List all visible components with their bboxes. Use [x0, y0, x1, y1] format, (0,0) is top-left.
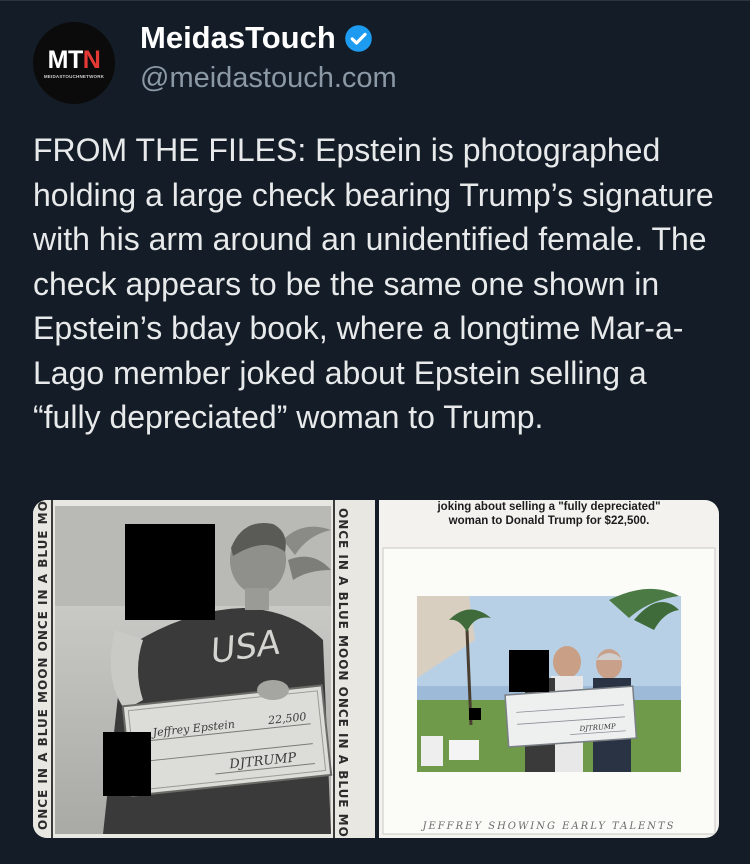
redaction-box	[103, 732, 151, 796]
redaction-box	[125, 524, 215, 620]
photo-right-graphic: DJTRUMP	[382, 547, 716, 835]
verified-badge-icon	[344, 24, 372, 52]
media-grid[interactable]: ONCE IN A BLUE MOON ONCE IN A BLUE MOON …	[33, 500, 719, 838]
top-divider	[0, 0, 750, 1]
photo-bday-book-page[interactable]: joking about selling a "fully depreciate…	[379, 500, 719, 838]
author-name-row: MeidasTouch	[140, 20, 373, 56]
redaction-box	[509, 650, 549, 692]
avatar[interactable]: MTN MEIDASTOUCHNETWORK	[33, 22, 115, 104]
photo-epstein-check[interactable]: ONCE IN A BLUE MOON ONCE IN A BLUE MOON …	[33, 500, 375, 838]
avatar-subtext: MEIDASTOUCHNETWORK	[43, 73, 105, 79]
border-text-left: ONCE IN A BLUE MOON ONCE IN A BLUE MOON	[36, 500, 50, 830]
redaction-box	[469, 708, 481, 720]
handwritten-caption: JEFFREY SHOWING EARLY TALENTS	[422, 821, 676, 832]
author-handle[interactable]: @meidastouch.com	[140, 62, 397, 95]
display-name[interactable]: MeidasTouch	[140, 20, 336, 56]
border-text-right: ONCE IN A BLUE MOON ONCE IN A BLUE MOON	[336, 508, 350, 838]
avatar-logo: MTN	[47, 45, 101, 74]
post-text: FROM THE FILES: Epstein is photographed …	[33, 132, 714, 435]
photo-left-graphic: ONCE IN A BLUE MOON ONCE IN A BLUE MOON …	[33, 500, 375, 838]
